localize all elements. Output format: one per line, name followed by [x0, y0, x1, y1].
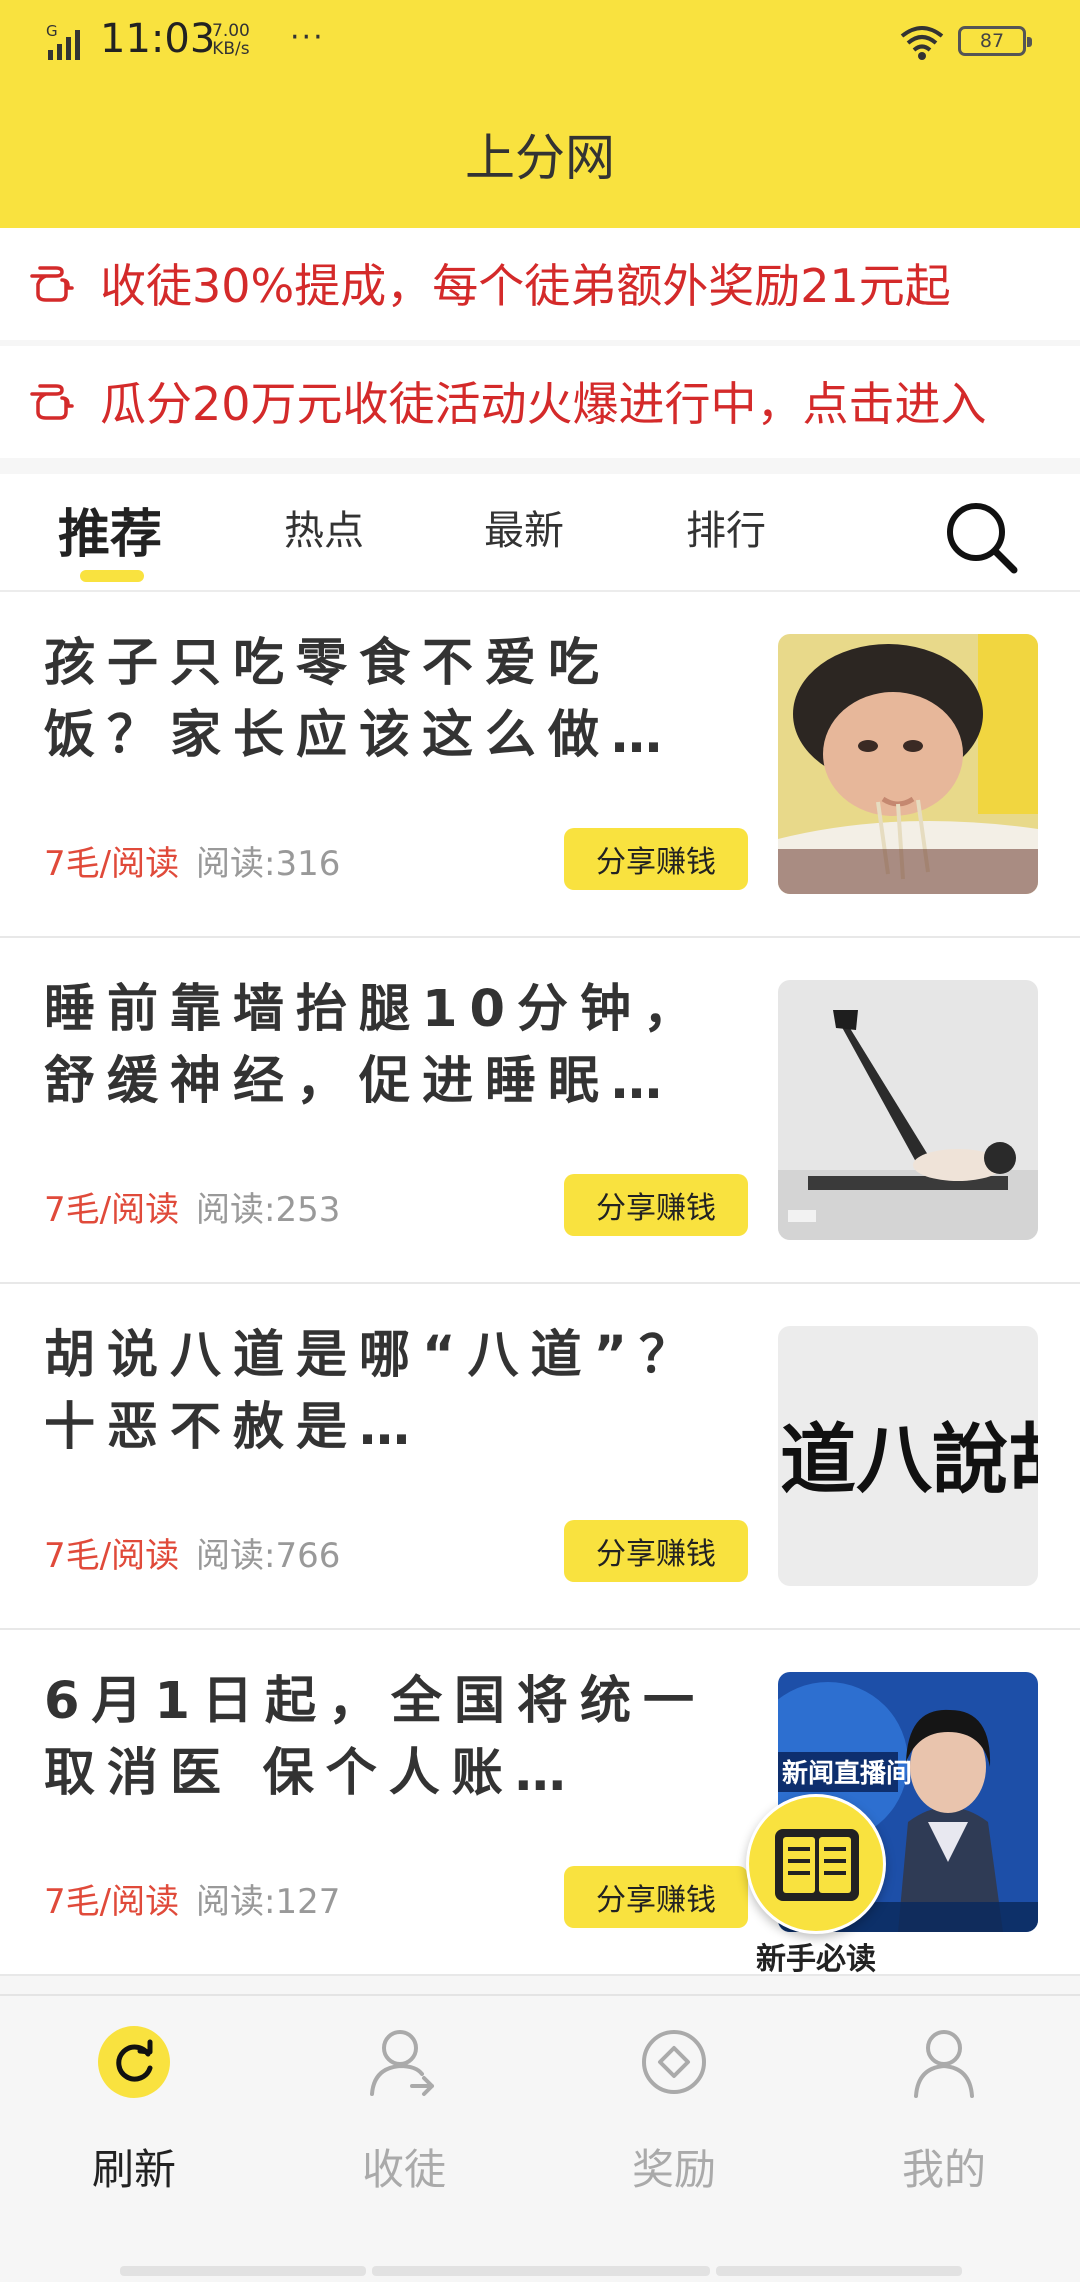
- share-earn-button[interactable]: 分享赚钱: [564, 828, 748, 890]
- tab-latest[interactable]: 最新: [484, 498, 564, 556]
- battery-indicator: 87: [958, 26, 1032, 56]
- nav-label: 我的: [901, 2145, 986, 2194]
- article-card[interactable]: 胡说八道是哪“八道”？十恶不赦是… 7毛/阅读 阅读:766 分享赚钱 道八說胡: [0, 1284, 1080, 1630]
- notice-banner-event[interactable]: 瓜分20万元收徒活动火爆进行中，点击进入: [0, 346, 1080, 458]
- user-add-icon: [370, 2030, 434, 2096]
- nav-label: 奖励: [631, 2145, 716, 2194]
- article-title: 睡前靠墙抬腿10分钟，舒缓神经，促进睡眠…: [44, 980, 706, 1111]
- share-earn-button[interactable]: 分享赚钱: [564, 1866, 748, 1928]
- nav-profile[interactable]: 我的: [844, 2024, 1044, 2194]
- reward-rate: 7毛/阅读: [44, 1190, 180, 1230]
- beginner-guide-label: 新手必读: [756, 1942, 876, 1977]
- category-tabs: 推荐 热点 最新 排行: [0, 474, 1080, 592]
- pointing-hand-icon: [30, 384, 74, 420]
- profile-icon: [914, 2030, 974, 2098]
- notice-text: 瓜分20万元收徒活动火爆进行中，点击进入: [100, 377, 987, 431]
- nav-recruit[interactable]: 收徒: [304, 2024, 504, 2194]
- article-card[interactable]: 睡前靠墙抬腿10分钟，舒缓神经，促进睡眠… 7毛/阅读 阅读:253 分享赚钱: [0, 938, 1080, 1284]
- read-count: 阅读:316: [196, 844, 341, 884]
- nav-label: 收徒: [361, 2145, 446, 2194]
- thumbnail-caption: 新闻直播间: [782, 1758, 912, 1789]
- network-speed: 7.00 KB/s: [212, 22, 250, 58]
- article-card[interactable]: 6月1日起，全国将统一取消医 保个人账… 7毛/阅读 阅读:127 分享赚钱 新…: [0, 1630, 1080, 1976]
- refresh-icon: [98, 2026, 170, 2098]
- active-tab-indicator: [80, 570, 144, 582]
- article-title: 孩子只吃零食不爱吃饭？家长应该这么做…: [44, 634, 675, 765]
- pointing-hand-icon: [30, 266, 74, 302]
- nav-rewards[interactable]: 奖励: [574, 2024, 774, 2194]
- share-earn-button[interactable]: 分享赚钱: [564, 1174, 748, 1236]
- read-count: 阅读:253: [196, 1190, 341, 1230]
- system-nav-bar: [716, 2266, 962, 2276]
- article-title: 胡说八道是哪“八道”？十恶不赦是…: [44, 1326, 703, 1457]
- share-earn-button[interactable]: 分享赚钱: [564, 1520, 748, 1582]
- article-thumbnail: [778, 634, 1038, 894]
- speed-value: 7.00: [212, 21, 250, 41]
- reward-rate: 7毛/阅读: [44, 1536, 180, 1576]
- system-nav-bar: [120, 2266, 366, 2276]
- article-thumbnail: [778, 980, 1038, 1240]
- book-icon: [746, 1794, 886, 1934]
- notice-text: 收徒30%提成，每个徒弟额外奖励21元起: [100, 259, 951, 313]
- status-time: 11:03: [100, 16, 216, 62]
- reward-rate: 7毛/阅读: [44, 844, 180, 884]
- page-title: 上分网: [465, 129, 615, 187]
- speed-unit: KB/s: [212, 39, 250, 59]
- beginner-guide-button[interactable]: 新手必读: [746, 1794, 896, 1984]
- nav-refresh[interactable]: 刷新: [34, 2024, 234, 2194]
- tab-hot[interactable]: 热点: [284, 498, 364, 556]
- search-button[interactable]: [944, 500, 1020, 576]
- signal-icon: G: [46, 22, 96, 62]
- article-thumbnail: 道八說胡: [778, 1326, 1038, 1586]
- wifi-icon: [898, 22, 946, 62]
- network-type-label: G: [46, 22, 58, 40]
- read-count: 阅读:766: [196, 1536, 341, 1576]
- system-nav-bar: [372, 2266, 710, 2276]
- article-title: 6月1日起，全国将统一取消医 保个人账…: [44, 1672, 706, 1803]
- tab-recommend[interactable]: 推荐: [58, 492, 162, 567]
- tab-ranking[interactable]: 排行: [686, 498, 766, 556]
- reward-rate: 7毛/阅读: [44, 1882, 180, 1922]
- thumbnail-calligraphy: 道八說胡: [780, 1415, 1038, 1504]
- nav-label: 刷新: [91, 2145, 176, 2194]
- more-notifications: ···: [290, 20, 325, 55]
- app-header: G 11:03 7.00 KB/s ··· 87 上分网: [0, 0, 1080, 228]
- search-icon: [947, 503, 1018, 574]
- status-bar: G 11:03 7.00 KB/s ··· 87: [0, 0, 1080, 86]
- article-card[interactable]: 孩子只吃零食不爱吃饭？家长应该这么做… 7毛/阅读 阅读:316 分享赚钱: [0, 592, 1080, 938]
- reward-icon: [642, 2030, 706, 2094]
- notice-banner-invite[interactable]: 收徒30%提成，每个徒弟额外奖励21元起: [0, 228, 1080, 340]
- read-count: 阅读:127: [196, 1882, 341, 1922]
- bottom-navigation: 刷新 收徒 奖励 我的: [0, 1994, 1080, 2282]
